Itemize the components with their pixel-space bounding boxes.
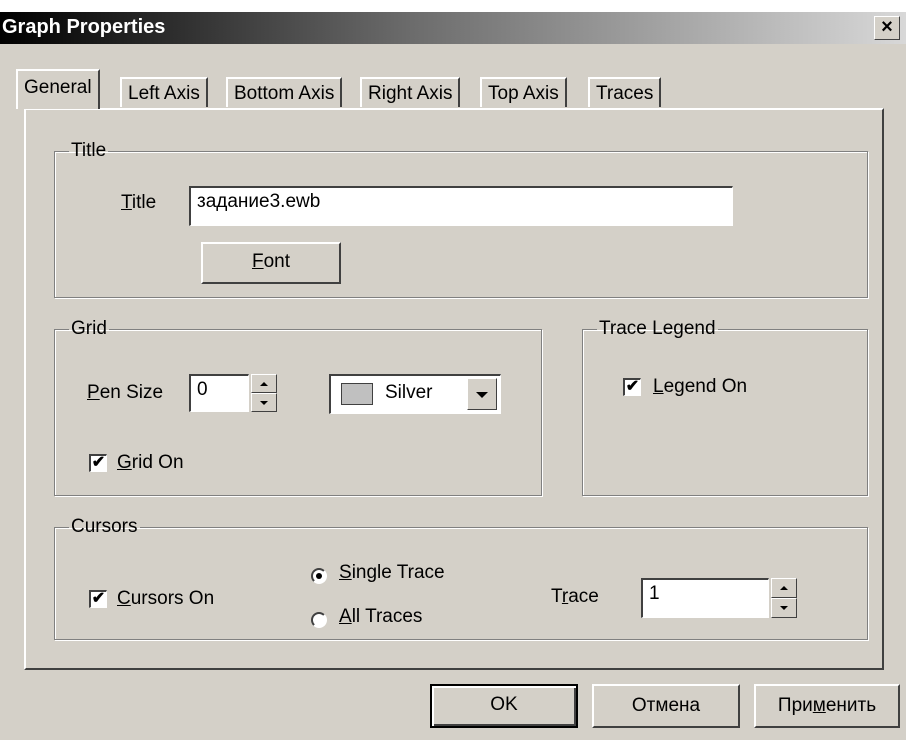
cursors-group: Cursors ✔ Cursors On Single Trace All Tr…: [54, 516, 868, 640]
grid-on-label[interactable]: Grid On: [117, 452, 184, 474]
trace-input[interactable]: 1: [641, 578, 769, 618]
ok-button[interactable]: OK: [430, 684, 578, 728]
grid-color-value: Silver: [385, 382, 433, 403]
arrow-down-icon: [260, 400, 268, 405]
trace-down-button[interactable]: [771, 598, 797, 618]
grid-on-checkbox[interactable]: ✔: [89, 454, 107, 472]
close-button[interactable]: ×: [874, 16, 900, 40]
tab-bottom-axis[interactable]: Bottom Axis: [226, 77, 343, 107]
trace-label: Trace: [551, 586, 599, 607]
radio-selected-dot: [316, 573, 322, 579]
grid-group: Grid Pen Size 0 Silver ✔ Grid On: [54, 318, 542, 496]
color-swatch: [341, 383, 373, 405]
grid-color-select[interactable]: Silver: [329, 374, 501, 414]
arrow-up-icon: [260, 381, 268, 386]
title-group: Title Title задание3.ewb Font: [54, 140, 868, 298]
chevron-down-icon: [476, 392, 488, 398]
single-trace-radio[interactable]: [311, 568, 327, 584]
color-dropdown-button[interactable]: [467, 378, 497, 410]
tab-traces[interactable]: Traces: [588, 77, 662, 107]
title-group-legend: Title: [71, 140, 107, 161]
apply-button[interactable]: Применить: [754, 684, 900, 728]
font-button[interactable]: Font: [201, 242, 341, 284]
tab-left-axis[interactable]: Left Axis: [120, 77, 208, 107]
close-icon: ×: [881, 16, 893, 38]
cursors-group-legend: Cursors: [71, 516, 138, 537]
tab-top-axis[interactable]: Top Axis: [480, 77, 567, 107]
tab-general[interactable]: General: [16, 69, 100, 109]
check-icon: ✔: [91, 590, 106, 607]
legend-on-label[interactable]: Legend On: [653, 376, 747, 398]
all-traces-radio[interactable]: [311, 612, 327, 628]
pen-size-up-button[interactable]: [251, 374, 277, 393]
tab-right-axis[interactable]: Right Axis: [360, 77, 461, 107]
grid-group-legend: Grid: [71, 318, 107, 339]
title-input-value: задание3.ewb: [197, 191, 321, 212]
all-traces-label[interactable]: All Traces: [339, 606, 422, 628]
title-field-label: Title: [121, 192, 157, 213]
trace-legend-group: Trace Legend ✔ Legend On: [582, 318, 868, 496]
arrow-up-icon: [780, 586, 788, 590]
pen-size-label: Pen Size: [87, 382, 164, 403]
trace-up-button[interactable]: [771, 578, 797, 598]
trace-spinner[interactable]: [771, 578, 797, 618]
single-trace-label[interactable]: Single Trace: [339, 562, 445, 584]
pen-size-spinner[interactable]: [251, 374, 277, 412]
pen-size-input[interactable]: 0: [189, 374, 249, 412]
check-icon: ✔: [91, 454, 106, 471]
title-input[interactable]: задание3.ewb: [189, 186, 733, 226]
pen-size-value: 0: [197, 379, 208, 400]
window-title: Graph Properties: [2, 16, 166, 38]
trace-legend-legend: Trace Legend: [599, 318, 716, 339]
trace-value: 1: [649, 583, 660, 604]
legend-on-checkbox[interactable]: ✔: [623, 378, 641, 396]
general-tab-panel: Title Title задание3.ewb Font Grid Pen S…: [24, 108, 884, 670]
cursors-on-label[interactable]: Cursors On: [117, 588, 214, 610]
title-bar[interactable]: Graph Properties ×: [0, 12, 906, 44]
pen-size-down-button[interactable]: [251, 393, 277, 412]
check-icon: ✔: [625, 378, 640, 395]
arrow-down-icon: [780, 606, 788, 610]
graph-properties-dialog: Graph Properties × General Left Axis Bot…: [0, 12, 906, 740]
cancel-button[interactable]: Отмена: [592, 684, 740, 728]
cursors-on-checkbox[interactable]: ✔: [89, 590, 107, 608]
